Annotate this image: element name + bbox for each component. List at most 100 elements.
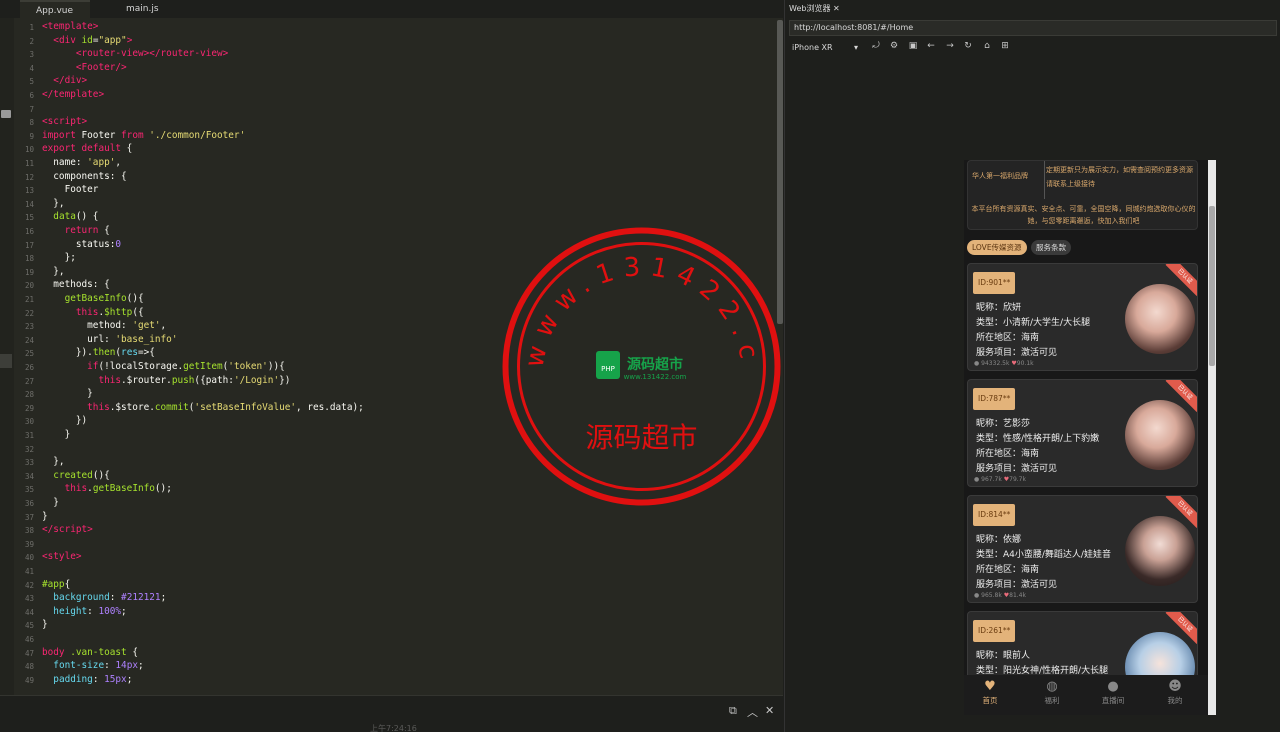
close-icon[interactable]: ✕: [765, 704, 774, 717]
code-line: }: [42, 497, 59, 508]
banner-bottom-text: 本平台所有资源真实、安全点、可靠，全国空降，同城约炮选取你心仪的她，与您零距离邂…: [971, 205, 1196, 225]
code-line: }).then(res=>{: [42, 347, 155, 359]
nav-mine[interactable]: ☻ 我的: [1150, 679, 1200, 706]
avatar: [1125, 400, 1195, 470]
id-badge: ID:814**: [973, 504, 1016, 526]
grid-icon[interactable]: ⊞: [1000, 41, 1010, 53]
nav-label: 福利: [1044, 696, 1060, 705]
line-number: 19: [24, 267, 34, 277]
code-line: created(){: [53, 469, 110, 481]
phone-viewport[interactable]: 华人第一福利品牌 定期更新只为展示实力，如需查阅预约更多资源请联系上级接待 本平…: [964, 160, 1216, 715]
activity-bar: [0, 18, 14, 708]
nav-live[interactable]: ● 直播间: [1088, 679, 1138, 706]
line-number: 28: [24, 390, 34, 400]
line-number: 31: [24, 431, 34, 440]
code-line: body .van-toast {: [42, 646, 138, 658]
gear-icon[interactable]: ⚙: [889, 41, 899, 53]
nav-welfare[interactable]: ◍ 福利: [1027, 679, 1077, 706]
likes: 79.7k: [1009, 476, 1026, 483]
lock-icon[interactable]: ⌂: [982, 41, 992, 53]
back-icon[interactable]: ←: [926, 41, 936, 53]
expand-icon[interactable]: ⧉: [729, 704, 737, 718]
line-number: 1: [29, 23, 34, 32]
line-number: 22: [24, 308, 34, 318]
id-badge: ID:261**: [973, 620, 1016, 642]
info-banner: 华人第一福利品牌 定期更新只为展示实力，如需查阅预约更多资源请联系上级接待 本平…: [967, 160, 1198, 230]
code-line: },: [42, 265, 65, 277]
service: 服务项目：激活可见: [976, 348, 1058, 358]
browser-tab[interactable]: Web浏览器 ✕: [789, 2, 851, 16]
line-number: 6: [29, 91, 34, 100]
refresh-icon[interactable]: ↻: [963, 41, 973, 53]
nickname: 昵称：艺影莎: [976, 419, 1031, 429]
folder-icon[interactable]: [1, 110, 11, 118]
code-line: background: #212121;: [53, 592, 167, 604]
code-line: this.$http({: [75, 306, 144, 318]
code-line: }: [42, 429, 71, 440]
seal-bottom-text: 源码超市: [585, 421, 697, 454]
forward-icon[interactable]: →: [945, 41, 955, 53]
url-bar[interactable]: http://localhost:8081/#/Home: [789, 20, 1277, 36]
eye-icon: ●: [974, 476, 980, 483]
eye-icon: ●: [974, 360, 980, 367]
rotate-icon[interactable]: ⤾: [871, 41, 881, 53]
nav-label: 我的: [1167, 696, 1183, 705]
code-line: Footer: [42, 184, 99, 196]
area: 所在地区：海南: [976, 333, 1040, 343]
code-line: method: 'get',: [42, 320, 167, 332]
code-line: #app{: [42, 578, 71, 590]
code-line: }: [42, 510, 48, 522]
heart-icon: ♥: [984, 679, 996, 694]
code-line: <script>: [42, 116, 88, 128]
chip-terms[interactable]: 服务条款: [1031, 240, 1071, 255]
line-number: 27: [24, 376, 34, 386]
code-line: },: [42, 197, 65, 209]
close-icon[interactable]: ✕: [833, 4, 840, 13]
line-number: 46: [24, 635, 34, 644]
code-line: },: [42, 456, 65, 468]
stats: ● 967.7k ♥79.7k: [974, 476, 1026, 483]
type: 类型：小清新/大学生/大长腿: [976, 318, 1091, 328]
profile-card[interactable]: ID:787** 已认证 昵称：艺影莎 类型：性感/性格开朗/上下豹嫩 所在地区…: [967, 379, 1198, 487]
line-number: 17: [24, 240, 34, 250]
phone-scrollbar[interactable]: [1208, 160, 1216, 715]
service: 服务项目：激活可见: [976, 580, 1058, 590]
line-number: 10: [24, 145, 34, 155]
type: 类型：A4小蛮腰/舞蹈达人/娃娃音: [976, 550, 1111, 560]
likes: 81.4k: [1009, 592, 1026, 599]
id-badge: ID:901**: [973, 272, 1016, 294]
code-line: export default {: [42, 143, 133, 155]
device-select[interactable]: iPhone XR ▾: [792, 43, 862, 52]
area: 所在地区：海南: [976, 449, 1040, 459]
chevron-up-icon[interactable]: ︿: [747, 704, 758, 720]
type: 类型：性感/性格开朗/上下豹嫩: [976, 434, 1100, 444]
code-line: height: 100%;: [53, 605, 127, 617]
views: 94332.5k: [981, 360, 1010, 367]
chat-icon: ●: [1107, 679, 1119, 694]
eye-icon: ●: [974, 592, 980, 599]
profile-card[interactable]: ID:901** 已认证 昵称：欣妍 类型：小清新/大学生/大长腿 所在地区：海…: [967, 263, 1198, 371]
tab-main-js[interactable]: main.js: [112, 0, 172, 18]
line-number: 7: [29, 104, 34, 114]
screenshot-icon[interactable]: ▣: [908, 41, 918, 53]
stats: ● 94332.5k ♥90.1k: [974, 360, 1034, 367]
code-line: <Footer/>: [75, 61, 127, 73]
profile-card[interactable]: ID:814** 已认证 昵称：依娜 类型：A4小蛮腰/舞蹈达人/娃娃音 所在地…: [967, 495, 1198, 603]
screen: App.vue main.js 1 2 3 4 5 6 7 8 9 10 11 12 13 14 15 16 1…: [0, 0, 1280, 732]
code-line: }: [42, 388, 93, 400]
line-number: 2: [29, 36, 34, 46]
tab-app-vue[interactable]: App.vue: [20, 0, 90, 18]
line-number: 25: [24, 349, 34, 359]
browser-tab-title: Web浏览器: [789, 4, 831, 13]
line-number: 33: [24, 458, 34, 468]
scroll-thumb[interactable]: [1209, 206, 1215, 366]
center-url: www.131422.com: [624, 373, 687, 381]
code-line: <router-view></router-view>: [75, 48, 229, 60]
chip-love-media[interactable]: LOVE传媒资源: [967, 240, 1027, 255]
line-number: 38: [24, 526, 34, 536]
line-number: 8: [29, 118, 34, 128]
nav-home[interactable]: ♥ 首页: [965, 679, 1015, 706]
line-number: 16: [24, 227, 34, 236]
nav-label: 直播间: [1101, 696, 1125, 705]
editor-tabs: App.vue main.js: [0, 0, 783, 18]
